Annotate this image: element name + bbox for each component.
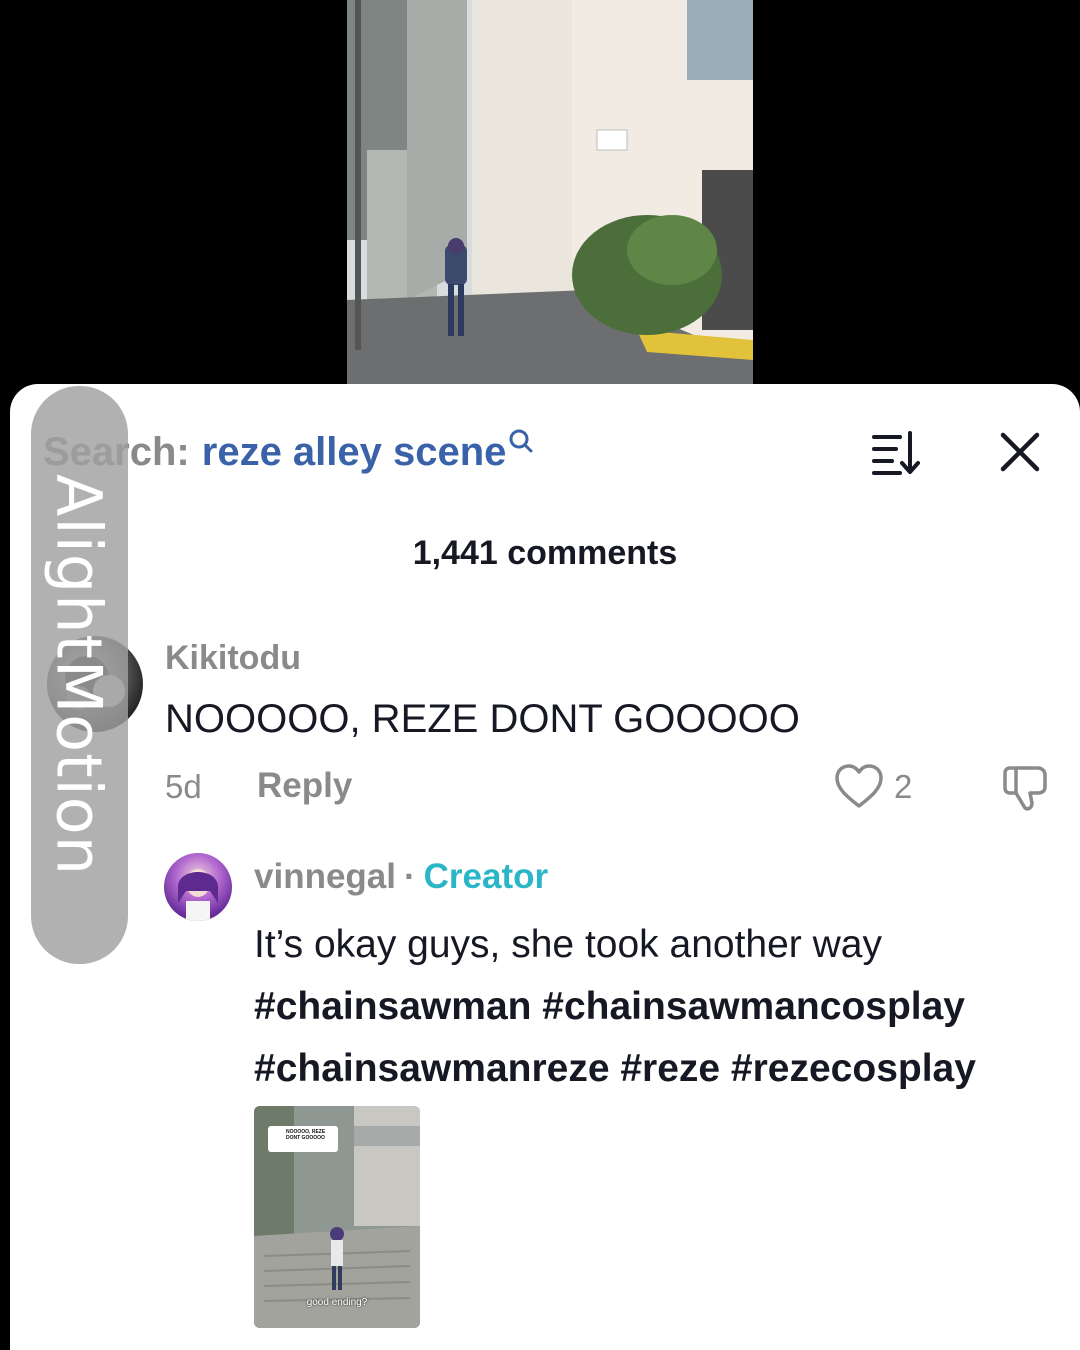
comment-age: 5d bbox=[165, 768, 202, 805]
sort-descending-icon[interactable] bbox=[870, 429, 922, 475]
like-count: 2 bbox=[894, 768, 913, 805]
comment-username[interactable]: Kikitodu bbox=[165, 639, 301, 678]
hashtag-line[interactable]: #chainsawman #chainsawmancosplay bbox=[254, 976, 1064, 1038]
reply-button[interactable]: Reply bbox=[257, 766, 352, 806]
avatar[interactable] bbox=[164, 853, 232, 921]
comments-sheet: Search: reze alley scene 1,441 comments … bbox=[10, 384, 1080, 1350]
comment-count: 1,441 comments bbox=[412, 534, 678, 572]
hashtag-line[interactable]: #chainsawmanreze #reze #rezecosplay bbox=[254, 1038, 1064, 1100]
street-scene-image bbox=[347, 0, 753, 384]
thumbnail-quoted-comment: NOOOOO, REZE DONT GOOOOO bbox=[268, 1126, 338, 1152]
avatar-image bbox=[178, 869, 218, 921]
creator-username-row: vinnegal · Creator bbox=[254, 857, 548, 897]
heart-outline-icon[interactable] bbox=[834, 763, 884, 809]
thumbs-down-icon[interactable] bbox=[1000, 763, 1050, 813]
separator: · bbox=[403, 857, 416, 896]
watermark-text: AlightMotion bbox=[42, 473, 116, 877]
comment-username[interactable]: vinnegal bbox=[254, 857, 396, 896]
close-x-icon[interactable] bbox=[998, 430, 1042, 474]
comment-text-line: It’s okay guys, she took another way bbox=[254, 923, 882, 966]
creator-badge: Creator bbox=[423, 857, 549, 896]
video-reply-thumbnail[interactable]: NOOOOO, REZE DONT GOOOOO good ending? bbox=[254, 1106, 420, 1328]
comment-text: NOOOOO, REZE DONT GOOOOO bbox=[165, 697, 800, 741]
alight-motion-watermark: AlightMotion bbox=[31, 386, 128, 964]
comment-text: It’s okay guys, she took another way #ch… bbox=[254, 914, 1064, 1100]
magnifier-icon bbox=[509, 429, 533, 453]
video-preview[interactable] bbox=[347, 0, 753, 384]
search-query-link[interactable]: reze alley scene bbox=[202, 430, 507, 475]
thumbnail-caption: good ending? bbox=[306, 1297, 368, 1308]
